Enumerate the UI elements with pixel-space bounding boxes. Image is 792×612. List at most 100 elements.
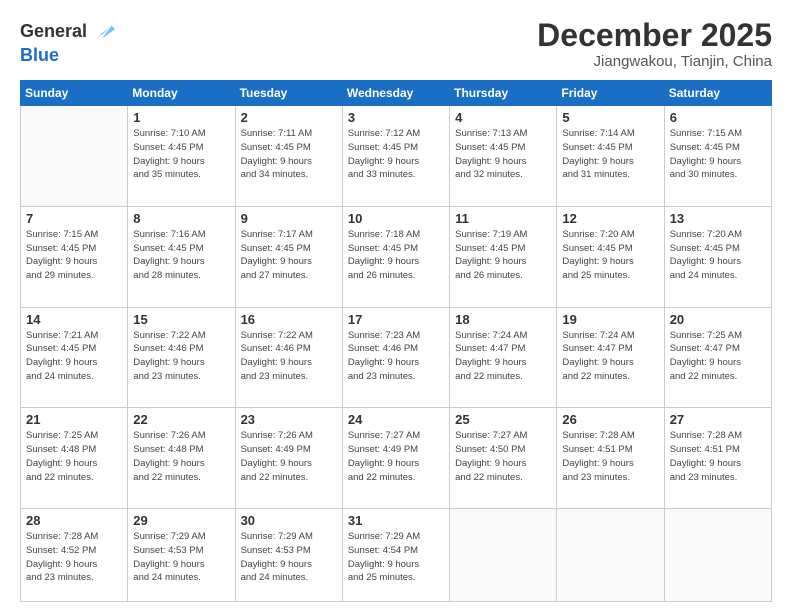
day-number: 13 bbox=[670, 211, 766, 226]
calendar-cell: 16Sunrise: 7:22 AM Sunset: 4:46 PM Dayli… bbox=[235, 307, 342, 408]
day-info: Sunrise: 7:16 AM Sunset: 4:45 PM Dayligh… bbox=[133, 228, 229, 283]
calendar-cell: 7Sunrise: 7:15 AM Sunset: 4:45 PM Daylig… bbox=[21, 206, 128, 307]
day-number: 8 bbox=[133, 211, 229, 226]
day-number: 17 bbox=[348, 312, 444, 327]
day-number: 7 bbox=[26, 211, 122, 226]
calendar-cell: 30Sunrise: 7:29 AM Sunset: 4:53 PM Dayli… bbox=[235, 509, 342, 602]
day-number: 11 bbox=[455, 211, 551, 226]
calendar-cell: 29 Sunrise: 7:29 AM Sunset: 4:53 PM Dayli… bbox=[128, 509, 235, 602]
calendar-cell bbox=[664, 509, 771, 602]
page: General Blue December 2025 Jiangwakou, T… bbox=[0, 0, 792, 612]
calendar-cell bbox=[21, 106, 128, 207]
day-number: 22 bbox=[133, 412, 229, 427]
day-info: Sunrise: 7:29 AM Sunset: 4:53 PM Dayligh… bbox=[133, 530, 229, 585]
calendar-cell: 19 Sunrise: 7:24 AM Sunset: 4:47 PM Dayli… bbox=[557, 307, 664, 408]
calendar-cell: 24 Sunrise: 7:27 AM Sunset: 4:49 PM Dayli… bbox=[342, 408, 449, 509]
day-number: 4 bbox=[455, 110, 551, 125]
day-info: Sunrise: 7:29 AM Sunset: 4:53 PM Dayligh… bbox=[241, 530, 337, 585]
calendar-cell: 13 Sunrise: 7:20 AM Sunset: 4:45 PM Dayli… bbox=[664, 206, 771, 307]
calendar-cell: 12Sunrise: 7:20 AM Sunset: 4:45 PM Dayli… bbox=[557, 206, 664, 307]
calendar-cell: 31 Sunrise: 7:29 AM Sunset: 4:54 PM Dayli… bbox=[342, 509, 449, 602]
weekday-header-monday: Monday bbox=[128, 81, 235, 106]
calendar-cell: 18 Sunrise: 7:24 AM Sunset: 4:47 PM Dayli… bbox=[450, 307, 557, 408]
calendar-cell: 21 Sunrise: 7:25 AM Sunset: 4:48 PM Dayli… bbox=[21, 408, 128, 509]
day-info: Sunrise: 7:15 AM Sunset: 4:45 PM Dayligh… bbox=[670, 127, 766, 182]
day-info: Sunrise: 7:26 AM Sunset: 4:49 PM Dayligh… bbox=[241, 429, 337, 484]
day-info: Sunrise: 7:18 AM Sunset: 4:45 PM Dayligh… bbox=[348, 228, 444, 283]
calendar-cell: 8 Sunrise: 7:16 AM Sunset: 4:45 PM Daylig… bbox=[128, 206, 235, 307]
header: General Blue December 2025 Jiangwakou, T… bbox=[20, 18, 772, 70]
calendar-cell: 25Sunrise: 7:27 AM Sunset: 4:50 PM Dayli… bbox=[450, 408, 557, 509]
weekday-header-thursday: Thursday bbox=[450, 81, 557, 106]
day-info: Sunrise: 7:29 AM Sunset: 4:54 PM Dayligh… bbox=[348, 530, 444, 585]
day-number: 2 bbox=[241, 110, 337, 125]
calendar-week-5: 28 Sunrise: 7:28 AM Sunset: 4:52 PM Dayli… bbox=[21, 509, 772, 602]
calendar-cell bbox=[450, 509, 557, 602]
calendar-cell: 11Sunrise: 7:19 AM Sunset: 4:45 PM Dayli… bbox=[450, 206, 557, 307]
day-number: 15 bbox=[133, 312, 229, 327]
day-number: 29 bbox=[133, 513, 229, 528]
day-number: 5 bbox=[562, 110, 658, 125]
calendar-week-4: 21 Sunrise: 7:25 AM Sunset: 4:48 PM Dayli… bbox=[21, 408, 772, 509]
day-number: 20 bbox=[670, 312, 766, 327]
calendar-cell: 23 Sunrise: 7:26 AM Sunset: 4:49 PM Dayli… bbox=[235, 408, 342, 509]
calendar-cell: 4Sunrise: 7:13 AM Sunset: 4:45 PM Daylig… bbox=[450, 106, 557, 207]
day-info: Sunrise: 7:10 AM Sunset: 4:45 PM Dayligh… bbox=[133, 127, 229, 182]
day-number: 31 bbox=[348, 513, 444, 528]
calendar-cell: 10Sunrise: 7:18 AM Sunset: 4:45 PM Dayli… bbox=[342, 206, 449, 307]
day-number: 26 bbox=[562, 412, 658, 427]
location: Jiangwakou, Tianjin, China bbox=[537, 53, 772, 70]
day-info: Sunrise: 7:22 AM Sunset: 4:46 PM Dayligh… bbox=[133, 329, 229, 384]
day-number: 23 bbox=[241, 412, 337, 427]
calendar-cell: 27Sunrise: 7:28 AM Sunset: 4:51 PM Dayli… bbox=[664, 408, 771, 509]
calendar-cell: 1 Sunrise: 7:10 AM Sunset: 4:45 PM Daylig… bbox=[128, 106, 235, 207]
day-number: 25 bbox=[455, 412, 551, 427]
calendar-cell: 17 Sunrise: 7:23 AM Sunset: 4:46 PM Dayli… bbox=[342, 307, 449, 408]
day-info: Sunrise: 7:17 AM Sunset: 4:45 PM Dayligh… bbox=[241, 228, 337, 283]
weekday-header-wednesday: Wednesday bbox=[342, 81, 449, 106]
calendar-cell: 9Sunrise: 7:17 AM Sunset: 4:45 PM Daylig… bbox=[235, 206, 342, 307]
calendar-cell: 15 Sunrise: 7:22 AM Sunset: 4:46 PM Dayli… bbox=[128, 307, 235, 408]
logo: General Blue bbox=[20, 18, 117, 66]
title-block: December 2025 Jiangwakou, Tianjin, China bbox=[537, 18, 772, 70]
calendar-week-2: 7Sunrise: 7:15 AM Sunset: 4:45 PM Daylig… bbox=[21, 206, 772, 307]
day-info: Sunrise: 7:25 AM Sunset: 4:48 PM Dayligh… bbox=[26, 429, 122, 484]
calendar-cell: 22Sunrise: 7:26 AM Sunset: 4:48 PM Dayli… bbox=[128, 408, 235, 509]
day-info: Sunrise: 7:14 AM Sunset: 4:45 PM Dayligh… bbox=[562, 127, 658, 182]
weekday-header-sunday: Sunday bbox=[21, 81, 128, 106]
calendar-cell: 2Sunrise: 7:11 AM Sunset: 4:45 PM Daylig… bbox=[235, 106, 342, 207]
day-number: 28 bbox=[26, 513, 122, 528]
logo-blue: Blue bbox=[20, 46, 59, 66]
logo-icon bbox=[89, 18, 117, 46]
calendar-cell bbox=[557, 509, 664, 602]
day-info: Sunrise: 7:20 AM Sunset: 4:45 PM Dayligh… bbox=[670, 228, 766, 283]
day-number: 27 bbox=[670, 412, 766, 427]
weekday-header-saturday: Saturday bbox=[664, 81, 771, 106]
day-number: 24 bbox=[348, 412, 444, 427]
day-number: 12 bbox=[562, 211, 658, 226]
calendar-cell: 14 Sunrise: 7:21 AM Sunset: 4:45 PM Dayli… bbox=[21, 307, 128, 408]
day-info: Sunrise: 7:28 AM Sunset: 4:51 PM Dayligh… bbox=[562, 429, 658, 484]
logo-general: General bbox=[20, 22, 87, 42]
calendar-cell: 3Sunrise: 7:12 AM Sunset: 4:45 PM Daylig… bbox=[342, 106, 449, 207]
day-info: Sunrise: 7:24 AM Sunset: 4:47 PM Dayligh… bbox=[562, 329, 658, 384]
day-info: Sunrise: 7:21 AM Sunset: 4:45 PM Dayligh… bbox=[26, 329, 122, 384]
day-number: 21 bbox=[26, 412, 122, 427]
day-number: 14 bbox=[26, 312, 122, 327]
day-info: Sunrise: 7:24 AM Sunset: 4:47 PM Dayligh… bbox=[455, 329, 551, 384]
day-info: Sunrise: 7:27 AM Sunset: 4:49 PM Dayligh… bbox=[348, 429, 444, 484]
day-number: 1 bbox=[133, 110, 229, 125]
calendar-cell: 28 Sunrise: 7:28 AM Sunset: 4:52 PM Dayli… bbox=[21, 509, 128, 602]
day-info: Sunrise: 7:23 AM Sunset: 4:46 PM Dayligh… bbox=[348, 329, 444, 384]
day-info: Sunrise: 7:25 AM Sunset: 4:47 PM Dayligh… bbox=[670, 329, 766, 384]
calendar-header-row: SundayMondayTuesdayWednesdayThursdayFrid… bbox=[21, 81, 772, 106]
day-number: 19 bbox=[562, 312, 658, 327]
calendar-cell: 20 Sunrise: 7:25 AM Sunset: 4:47 PM Dayli… bbox=[664, 307, 771, 408]
calendar-cell: 26 Sunrise: 7:28 AM Sunset: 4:51 PM Dayli… bbox=[557, 408, 664, 509]
calendar-cell: 5 Sunrise: 7:14 AM Sunset: 4:45 PM Daylig… bbox=[557, 106, 664, 207]
day-info: Sunrise: 7:28 AM Sunset: 4:52 PM Dayligh… bbox=[26, 530, 122, 585]
day-number: 18 bbox=[455, 312, 551, 327]
day-info: Sunrise: 7:12 AM Sunset: 4:45 PM Dayligh… bbox=[348, 127, 444, 182]
weekday-header-friday: Friday bbox=[557, 81, 664, 106]
weekday-header-tuesday: Tuesday bbox=[235, 81, 342, 106]
